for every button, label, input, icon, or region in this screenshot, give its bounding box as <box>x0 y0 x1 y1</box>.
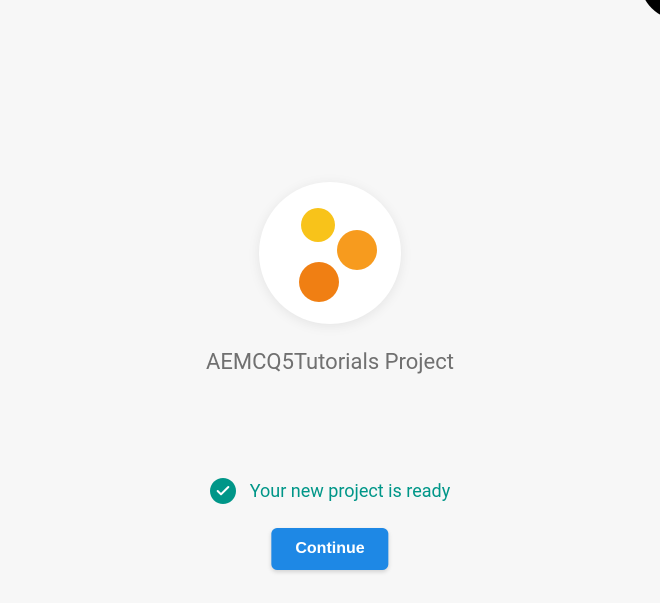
main-content: AEMCQ5Tutorials Project <box>0 0 660 375</box>
status-message: Your new project is ready <box>250 481 450 502</box>
project-logo <box>259 182 401 324</box>
logo-dot-orange <box>299 262 339 302</box>
logo-dot-light-orange <box>337 230 377 270</box>
logo-dot-yellow <box>301 208 335 242</box>
status-row: Your new project is ready <box>0 478 660 504</box>
project-title: AEMCQ5Tutorials Project <box>206 350 454 375</box>
check-icon <box>210 478 236 504</box>
continue-button[interactable]: Continue <box>271 528 388 570</box>
